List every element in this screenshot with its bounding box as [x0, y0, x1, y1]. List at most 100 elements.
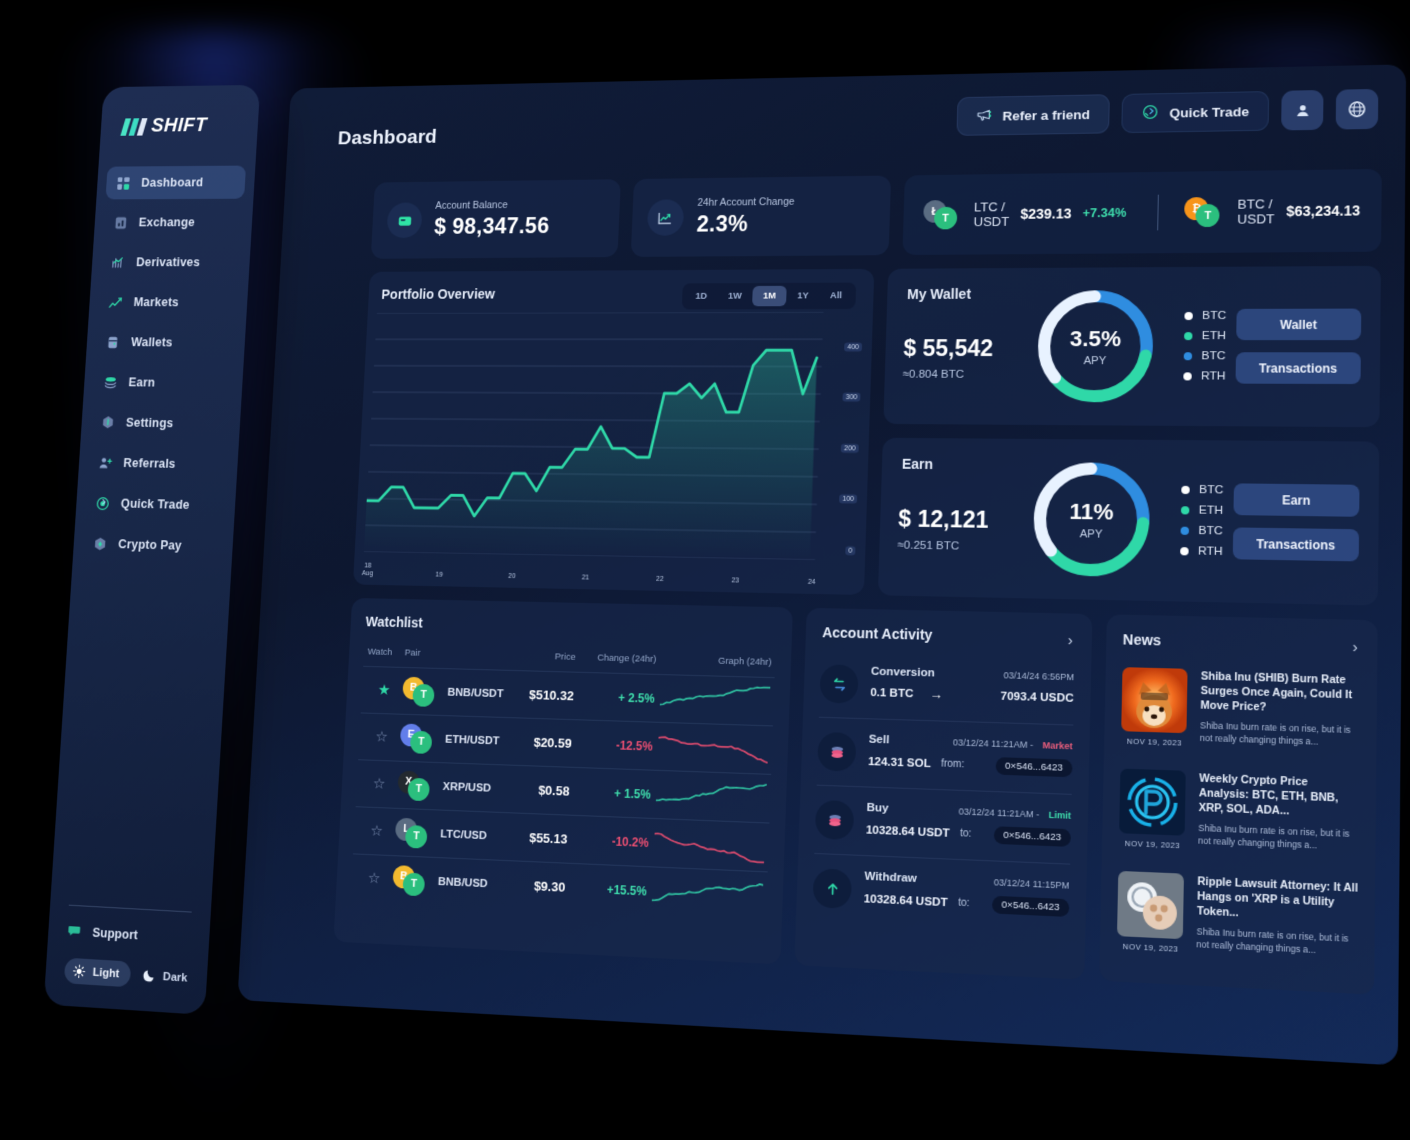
watchlist-pair: BNB/USD	[437, 875, 488, 890]
ticker-ltc[interactable]: Ł T LTC / USDT $239.13 +7.34%	[922, 198, 1127, 230]
watchlist-star-icon[interactable]: ★	[377, 682, 390, 699]
top-actions: Refer a friend Quick Trade	[956, 88, 1379, 136]
theme-light-option[interactable]: Light	[63, 957, 132, 988]
sidebar-item-referrals[interactable]: Referrals	[87, 446, 229, 482]
chart-x-tick: 18 Aug	[361, 562, 374, 578]
activity-row[interactable]: Buy 03/12/24 11:21AM - Limit 10328.64 USDT t…	[814, 784, 1072, 864]
activity-chevron-right-icon[interactable]: ›	[1068, 632, 1074, 650]
legend-dot	[1183, 372, 1192, 381]
watchlist-title: Watchlist	[365, 613, 424, 631]
activity-row[interactable]: Sell 03/12/24 11:21AM - Market 124.31 SOL fr…	[817, 716, 1074, 794]
sparkline	[654, 826, 766, 865]
watchlist-star-icon[interactable]: ☆	[372, 775, 385, 792]
derivatives-icon	[110, 254, 127, 271]
watchlist-pair: BNB/USDT	[447, 686, 504, 700]
chart-y-tick: 200	[841, 443, 859, 453]
ticker-change: +7.34%	[1082, 205, 1127, 221]
watchlist-change: -12.5%	[615, 737, 654, 754]
wallet-title: My Wallet	[906, 285, 972, 302]
watchlist-row[interactable]: ★ B T BNB/USDT $510.32 + 2.5%	[360, 665, 776, 726]
watchlist-star-icon[interactable]: ☆	[375, 729, 388, 746]
watchlist-change: +15.5%	[606, 882, 648, 899]
range-1w[interactable]: 1W	[717, 286, 753, 306]
chart-y-tick: 300	[842, 392, 861, 402]
col-change: Change (24hr)	[597, 652, 657, 665]
earn-transactions-button[interactable]: Transactions	[1232, 527, 1360, 562]
earn-button[interactable]: Earn	[1233, 483, 1360, 517]
brand-name: SHIFT	[150, 114, 208, 137]
quick-trade-button[interactable]: Quick Trade	[1120, 91, 1270, 134]
news-item[interactable]: NOV 19, 2023 Weekly Crypto Price Analysis…	[1118, 755, 1361, 867]
portfolio-row: Portfolio Overview 1D 1W 1M 1Y All 400 300 200…	[352, 265, 1381, 606]
sidebar-item-derivatives[interactable]: Derivatives	[100, 246, 241, 279]
ticker-btc[interactable]: ₿ T BTC / USDT $63,234.13	[1184, 195, 1360, 228]
brand-logo: SHIFT	[100, 85, 260, 138]
chart-x-tick: 24	[807, 579, 816, 587]
activity-tag: Market	[1042, 740, 1073, 752]
activity-address: 0×546...6423	[995, 757, 1073, 778]
sidebar-item-label: Crypto Pay	[117, 537, 183, 553]
col-watch: Watch	[367, 646, 393, 658]
sidebar-item-exchange[interactable]: Exchange	[103, 206, 244, 239]
activity-time: 03/12/24 11:15PM	[993, 877, 1070, 891]
chat-icon	[68, 925, 81, 936]
sidebar-item-earn[interactable]: Earn	[92, 365, 233, 400]
top-bar: Dashboard Refer a friend Quick Trade	[286, 64, 1406, 176]
watchlist-card: Watchlist Watch Pair Price Change (24hr)…	[333, 597, 794, 965]
refer-a-friend-button[interactable]: Refer a friend	[956, 94, 1110, 136]
news-item[interactable]: NOV 19, 2023 Ripple Lawsuit Attorney: It …	[1116, 857, 1360, 972]
sidebar-item-support[interactable]: Support	[67, 922, 191, 947]
watchlist-graph	[654, 681, 771, 718]
profile-button[interactable]	[1281, 89, 1324, 131]
sidebar-item-label: Dashboard	[140, 175, 204, 190]
sidebar-item-markets[interactable]: Markets	[98, 286, 239, 320]
sidebar-item-dashboard[interactable]: Dashboard	[105, 165, 247, 200]
language-button[interactable]	[1335, 88, 1379, 130]
legend-dot	[1180, 506, 1190, 515]
range-1y[interactable]: 1Y	[786, 286, 819, 307]
sidebar-item-quick-trade[interactable]: Quick Trade	[85, 486, 227, 523]
sidebar: SHIFT Dashboard Exchange Derivatives Market…	[43, 84, 261, 1015]
activity-type: Conversion	[870, 665, 935, 680]
range-1d[interactable]: 1D	[684, 286, 718, 306]
activity-address: 0×546...6423	[992, 895, 1070, 917]
sparkline	[658, 729, 769, 767]
range-selector[interactable]: 1D 1W 1M 1Y All	[681, 282, 857, 310]
legend-label: BTC	[1199, 483, 1224, 497]
coin-pair-icon: XT	[397, 770, 436, 801]
wallet-button[interactable]: Wallet	[1236, 308, 1362, 341]
activity-row[interactable]: Conversion 03/14/24 6:56PM 0.1 BTC → 7093.4 …	[819, 650, 1074, 724]
base-coin-icon: B	[392, 864, 416, 889]
watchlist-pair: XRP/USD	[442, 780, 492, 795]
theme-dark-option[interactable]: Dark	[142, 967, 188, 985]
watchlist-star-icon[interactable]: ☆	[367, 870, 380, 887]
earn-title: Earn	[901, 455, 934, 473]
sidebar-item-label: Referrals	[122, 456, 176, 471]
base-coin-icon: E	[399, 723, 423, 747]
news-chevron-right-icon[interactable]: ›	[1352, 638, 1358, 656]
wallet-transactions-button[interactable]: Transactions	[1235, 352, 1361, 385]
quote-coin-icon: T	[402, 871, 426, 896]
activity-amount: 10328.64 USDT	[863, 892, 948, 909]
range-all[interactable]: All	[819, 286, 853, 307]
col-pair: Pair	[404, 647, 421, 659]
activity-type: Withdraw	[864, 870, 918, 886]
range-1m[interactable]: 1M	[752, 285, 787, 307]
watchlist-price: $55.13	[528, 829, 568, 847]
sidebar-item-label: Derivatives	[135, 255, 201, 270]
news-item[interactable]: NOV 19, 2023 Shiba Inu (SHIB) Burn Rate S…	[1120, 654, 1362, 763]
ltc-coin-icon: Ł	[922, 200, 947, 223]
activity-target: 7093.4 USDC	[1000, 690, 1074, 705]
activity-row[interactable]: Withdraw 03/12/24 11:15PM 10328.64 USDT to:…	[812, 852, 1070, 934]
sidebar-item-crypto-pay[interactable]: Crypto Pay	[82, 526, 224, 563]
account-balance-label: Account Balance	[435, 199, 508, 212]
settings-icon	[102, 415, 114, 428]
sidebar-item-wallets[interactable]: Wallets	[95, 325, 236, 359]
watchlist-star-icon[interactable]: ☆	[370, 823, 383, 840]
news-description: Shiba Inu burn rate is on rise, but it i…	[1198, 822, 1350, 851]
ltc-usdt-coin-pair-icon: Ł T	[922, 200, 964, 230]
sidebar-item-settings[interactable]: Settings	[90, 405, 232, 441]
watchlist-price: $510.32	[528, 686, 575, 703]
news-headline: Shiba Inu (SHIB) Burn Rate Surges Once A…	[1200, 670, 1353, 714]
watchlist-price: $20.59	[533, 734, 573, 751]
